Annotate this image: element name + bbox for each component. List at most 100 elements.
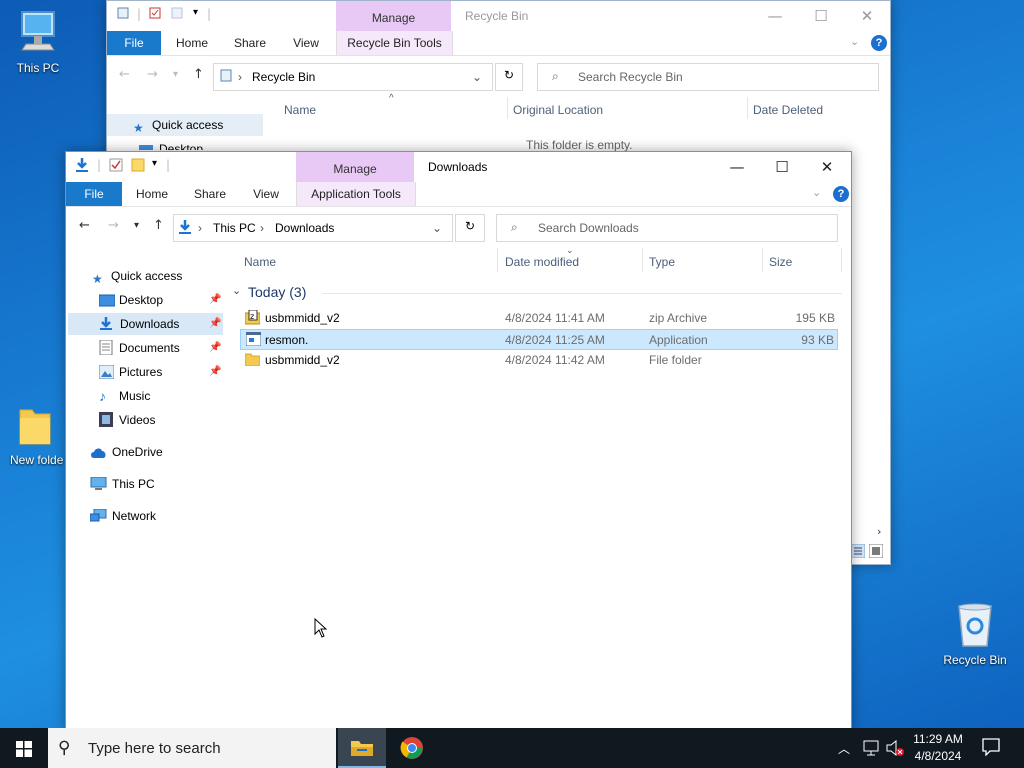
column-header-size[interactable]: Size [769, 255, 792, 269]
help-icon[interactable]: ? [833, 186, 849, 202]
tab-share[interactable]: Share [227, 31, 273, 55]
group-header-today[interactable]: ⌄ Today (3) [232, 283, 846, 303]
nav-quick-access[interactable]: ★ Quick access [107, 114, 263, 136]
qat-dropdown-icon[interactable]: ▾ [152, 158, 157, 169]
chevron-right-icon[interactable]: › [238, 70, 242, 84]
search-icon: ⌕ [511, 220, 518, 234]
column-divider[interactable] [642, 248, 643, 272]
large-icons-view-icon[interactable] [868, 543, 884, 561]
taskbar-chrome[interactable] [388, 728, 436, 768]
column-divider[interactable] [507, 97, 508, 119]
column-header-date-modified[interactable]: Date modified [505, 255, 579, 269]
nav-network[interactable]: Network [89, 505, 223, 527]
address-dropdown-icon[interactable]: ⌄ [472, 70, 482, 84]
column-divider[interactable] [841, 248, 842, 272]
breadcrumb-this-pc[interactable]: This PC [213, 221, 256, 235]
tab-share[interactable]: Share [186, 182, 234, 206]
qat-dropdown-icon[interactable]: ▾ [193, 7, 198, 18]
details-view-icon[interactable] [850, 543, 866, 561]
column-divider[interactable] [762, 248, 763, 272]
refresh-button[interactable]: ↻ [495, 63, 523, 91]
pin-icon[interactable]: 📌 [209, 313, 221, 335]
desktop-icon-new-folder[interactable]: New folde [0, 404, 66, 467]
back-arrow-icon[interactable]: ← [119, 67, 130, 82]
back-arrow-icon[interactable]: ← [79, 218, 90, 233]
help-icon[interactable]: ? [871, 35, 887, 51]
close-button[interactable]: ✕ [804, 152, 850, 182]
nav-desktop[interactable]: Desktop [107, 138, 263, 150]
properties-icon[interactable] [149, 7, 161, 22]
search-input[interactable]: ⌕ Search Downloads [496, 214, 838, 242]
tab-application-tools[interactable]: Application Tools [296, 182, 416, 206]
ribbon-expand-icon[interactable]: ⌄ [850, 35, 859, 48]
desktop-icon-recycle-bin[interactable]: Recycle Bin [938, 602, 1012, 667]
network-status-icon[interactable] [862, 740, 880, 759]
maximize-button[interactable]: ☐ [759, 152, 805, 182]
breadcrumb-recycle-bin[interactable]: Recycle Bin [252, 70, 315, 84]
show-hidden-icons-chevron-icon[interactable]: ︿ [838, 740, 850, 757]
clock[interactable]: 11:29 AM 4/8/2024 [908, 731, 968, 765]
column-header-original-location[interactable]: Original Location [513, 103, 603, 117]
tab-file[interactable]: File [66, 182, 122, 206]
tab-view[interactable]: View [285, 31, 327, 55]
file-row[interactable]: z usbmmidd_v2 4/8/2024 11:41 AM zip Arch… [240, 308, 838, 329]
new-folder-qat-icon[interactable] [171, 7, 183, 22]
pin-icon[interactable]: 📌 [209, 337, 221, 359]
up-arrow-icon[interactable]: ↑ [193, 67, 204, 82]
nav-music[interactable]: ♪ Music [99, 385, 223, 407]
nav-onedrive[interactable]: OneDrive [90, 441, 223, 463]
file-row[interactable]: usbmmidd_v2 4/8/2024 11:42 AM File folde… [240, 350, 838, 371]
nav-this-pc[interactable]: This PC [90, 473, 223, 495]
column-header-date-deleted[interactable]: Date Deleted [753, 103, 823, 117]
column-header-type[interactable]: Type [649, 255, 675, 269]
maximize-button[interactable]: ☐ [798, 1, 844, 31]
minimize-button[interactable]: — [752, 1, 798, 31]
pin-icon[interactable]: 📌 [209, 289, 221, 311]
volume-muted-icon[interactable] [886, 739, 904, 759]
recent-locations-icon[interactable]: ▾ [173, 69, 178, 80]
breadcrumb-downloads[interactable]: Downloads [275, 221, 334, 235]
tab-home[interactable]: Home [128, 182, 176, 206]
nav-desktop[interactable]: Desktop 📌 [98, 289, 223, 311]
nav-videos[interactable]: Videos [99, 409, 223, 431]
search-input[interactable]: ⌕ Search Recycle Bin [537, 63, 879, 91]
chevron-right-icon[interactable]: › [260, 221, 264, 235]
chevron-right-icon[interactable]: › [198, 221, 202, 235]
nav-downloads[interactable]: Downloads 📌 [68, 313, 223, 335]
address-bar[interactable]: › This PC › Downloads ⌄ [173, 214, 453, 242]
tab-recycle-bin-tools[interactable]: Recycle Bin Tools [336, 31, 453, 55]
close-button[interactable]: ✕ [844, 1, 890, 31]
notifications-icon[interactable] [982, 738, 1000, 759]
column-divider[interactable] [497, 248, 498, 272]
refresh-button[interactable]: ↻ [455, 214, 485, 242]
desktop-icon-this-pc[interactable]: This PC [3, 8, 73, 75]
address-bar[interactable]: › Recycle Bin ⌄ [213, 63, 493, 91]
start-button[interactable] [0, 728, 48, 768]
nav-quick-access[interactable]: ★ Quick access [92, 265, 222, 287]
forward-arrow-icon[interactable]: → [108, 218, 119, 233]
file-row-selected[interactable]: resmon. 4/8/2024 11:25 AM Application 93… [240, 329, 838, 350]
nav-pictures[interactable]: Pictures 📌 [98, 361, 223, 383]
column-header-name[interactable]: Name [244, 255, 276, 269]
sort-up-icon: ^ [389, 93, 394, 104]
ribbon-expand-icon[interactable]: ⌄ [812, 186, 821, 199]
tab-home[interactable]: Home [169, 31, 215, 55]
tab-view[interactable]: View [244, 182, 288, 206]
up-arrow-icon[interactable]: ↑ [153, 218, 164, 233]
scroll-right-icon[interactable]: › [877, 525, 881, 538]
new-folder-qat-icon[interactable] [131, 158, 145, 175]
properties-icon[interactable] [109, 158, 123, 175]
minimize-button[interactable]: — [714, 152, 760, 182]
taskbar-file-explorer[interactable] [338, 728, 386, 768]
tab-file[interactable]: File [107, 31, 161, 55]
manage-context-tab[interactable]: Manage [296, 152, 414, 182]
pin-icon[interactable]: 📌 [209, 361, 221, 383]
manage-context-tab[interactable]: Manage [336, 1, 451, 31]
nav-documents[interactable]: Documents 📌 [99, 337, 223, 359]
address-dropdown-icon[interactable]: ⌄ [432, 221, 442, 235]
forward-arrow-icon[interactable]: → [147, 67, 158, 82]
column-header-name[interactable]: Name [284, 103, 316, 117]
recent-locations-icon[interactable]: ▾ [134, 220, 139, 231]
taskbar-search-box[interactable]: ⚲ Type here to search [48, 728, 336, 768]
column-divider[interactable] [747, 97, 748, 119]
